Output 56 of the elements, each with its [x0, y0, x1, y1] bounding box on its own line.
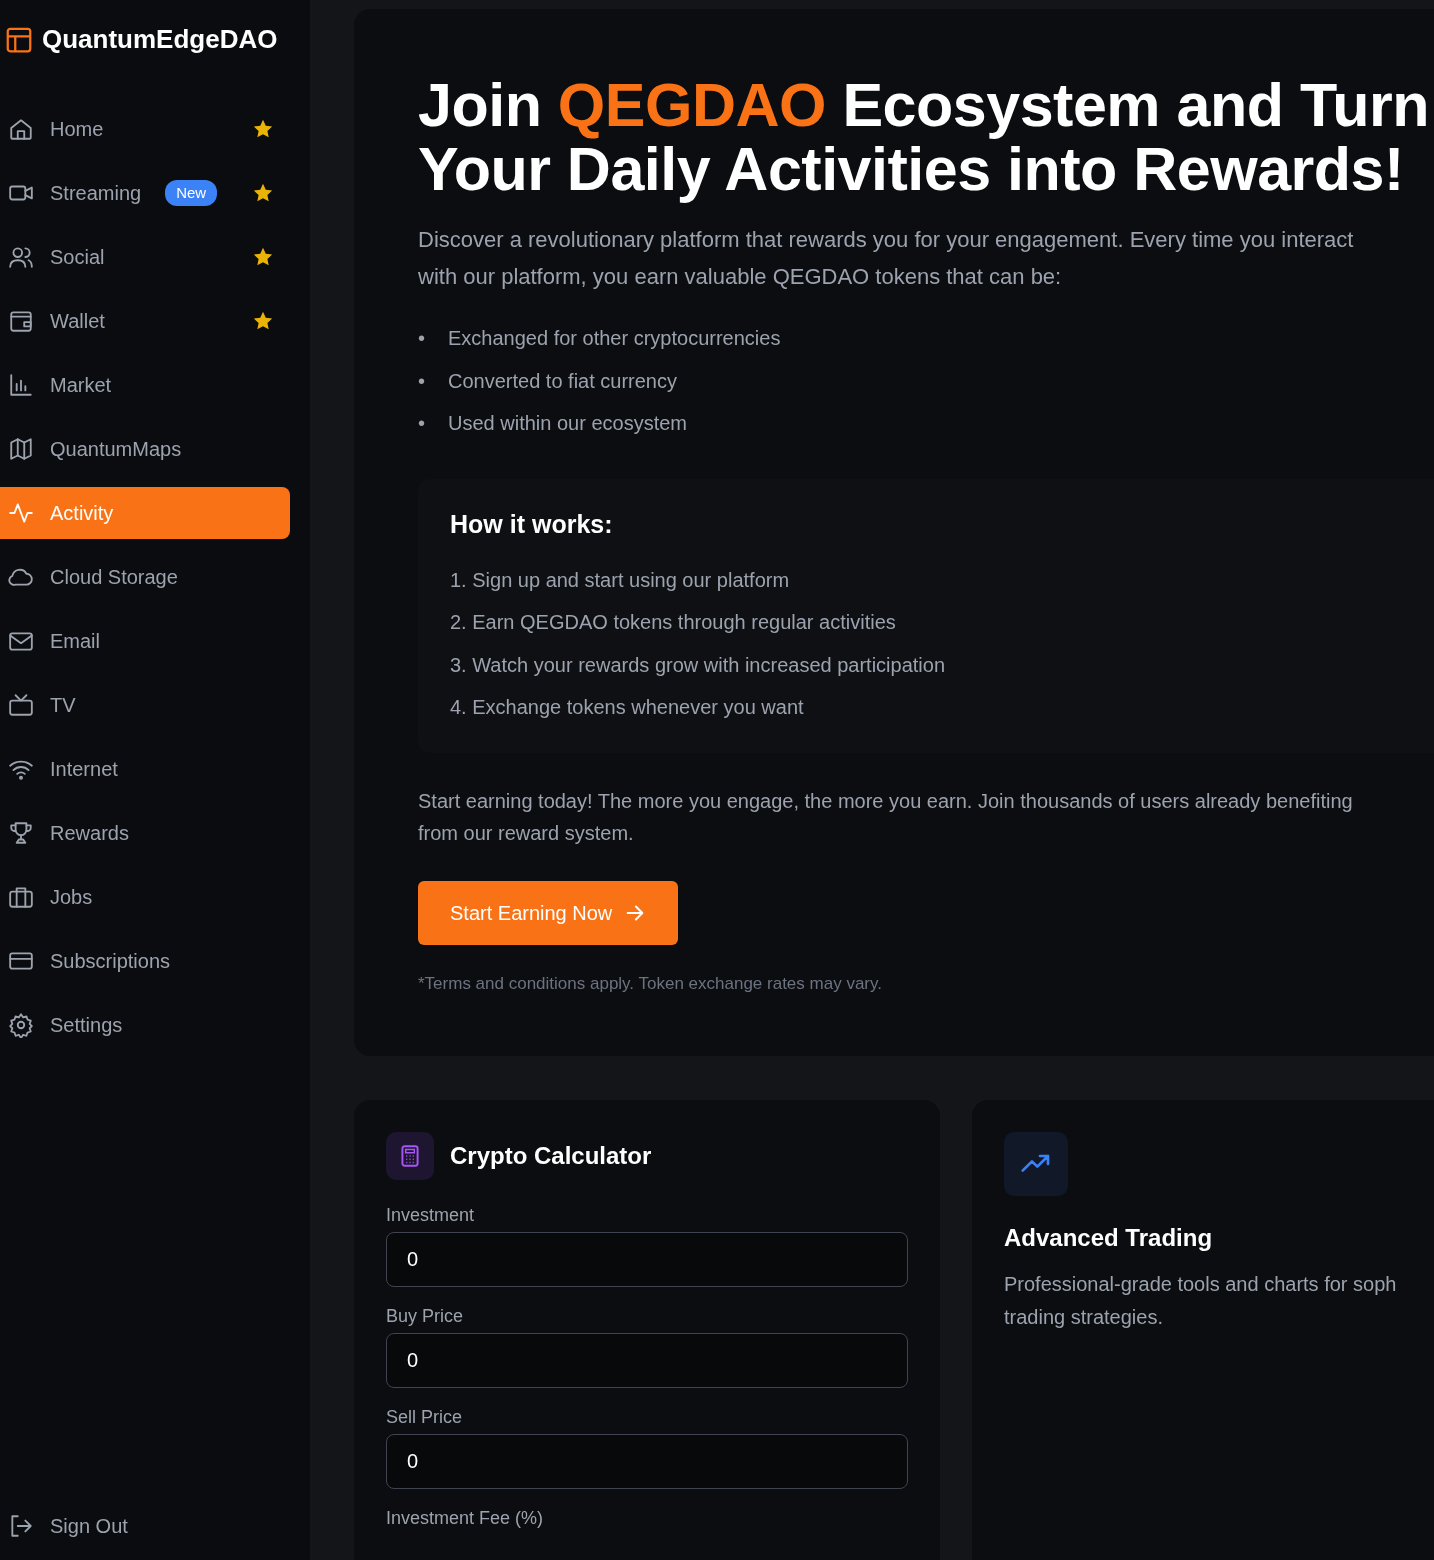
trading-title: Advanced Trading: [1004, 1223, 1214, 1253]
sidebar-item[interactable]: Internet: [0, 743, 290, 795]
step-item: 3. Watch your rewards grow with increased participation: [450, 652, 947, 678]
number-input[interactable]: 0: [386, 1333, 908, 1388]
brand-name: QuantumEdgeDAO: [42, 23, 278, 56]
sidebar-item[interactable]: TV: [0, 679, 290, 731]
bullet-item: Used within our ecosystem: [448, 411, 687, 436]
hero-title: Join QEGDAO Ecosystem and Turn Your Daily Activities into Rewards!: [418, 73, 1430, 201]
sidebar-item[interactable]: Subscriptions: [0, 935, 290, 987]
field-label: Investment Fee (%): [386, 1507, 545, 1529]
sign-out-link[interactable]: Sign Out: [0, 1500, 290, 1552]
settings-icon: [8, 1012, 34, 1038]
trading-description: Professional-grade tools and charts for soph trading strategies.: [1004, 1272, 1398, 1330]
star-icon: [252, 246, 274, 268]
sidebar-item[interactable]: Email: [0, 615, 290, 667]
field-label: Sell Price: [386, 1406, 464, 1428]
tv-icon: [8, 692, 34, 718]
sidebar-item[interactable]: Wallet: [0, 295, 290, 347]
briefcase-icon: [8, 884, 34, 910]
step-item: 2. Earn QEGDAO tokens through regular activities: [450, 610, 897, 635]
star-icon: [252, 118, 274, 140]
sidebar-item[interactable]: Streaming New: [0, 167, 290, 219]
users-icon: [8, 244, 34, 270]
how-it-works-heading: How it works:: [450, 508, 614, 539]
bullet-marker: •: [418, 326, 426, 351]
sidebar-item[interactable]: Rewards: [0, 807, 290, 859]
intro-paragraph: Discover a revolutionary platform that rewards you for your engagement. Every time you interact with our platform, you earn valuable QEGDAO tokens that can be:: [418, 226, 1355, 291]
sign-out-icon: [8, 1513, 34, 1539]
bar-chart-icon: [8, 372, 34, 398]
sidebar-item[interactable]: Home: [0, 103, 290, 155]
sidebar-item[interactable]: Cloud Storage: [0, 551, 290, 603]
pulse-icon: [8, 500, 34, 526]
sidebar-item[interactable]: Settings: [0, 999, 290, 1051]
number-input[interactable]: 0: [386, 1434, 908, 1489]
bullet-marker: •: [418, 368, 426, 394]
bullet-item: Exchanged for other cryptocurrencies: [448, 326, 781, 351]
step-item: 1. Sign up and start using our platform: [450, 567, 791, 593]
field-label: Investment: [386, 1204, 476, 1226]
number-input[interactable]: 0: [386, 1232, 908, 1287]
trophy-icon: [8, 820, 34, 846]
disclaimer-text: *Terms and conditions apply. Token exchange rates may vary.: [418, 972, 883, 995]
cta-paragraph: Start earning today! The more you engage, the more you earn. Join thousands of users already benefiting from our reward system.: [418, 788, 1354, 846]
sidebar-item[interactable]: QuantumMaps: [0, 423, 290, 475]
star-icon: [252, 310, 274, 332]
map-icon: [8, 436, 34, 462]
star-icon: [252, 182, 274, 204]
wallet-icon: [8, 308, 34, 334]
bullet-marker: •: [418, 411, 426, 436]
new-badge: New: [165, 179, 218, 207]
field-label: Buy Price: [386, 1305, 465, 1327]
sidebar-item[interactable]: Market: [0, 359, 290, 411]
bullet-item: Converted to fiat currency: [448, 368, 677, 394]
step-item: 4. Exchange tokens whenever you want: [450, 695, 805, 720]
calculator-title: Crypto Calculator: [450, 1141, 652, 1171]
sidebar-item[interactable]: Social: [0, 231, 290, 283]
sidebar-item[interactable]: Jobs: [0, 871, 290, 923]
